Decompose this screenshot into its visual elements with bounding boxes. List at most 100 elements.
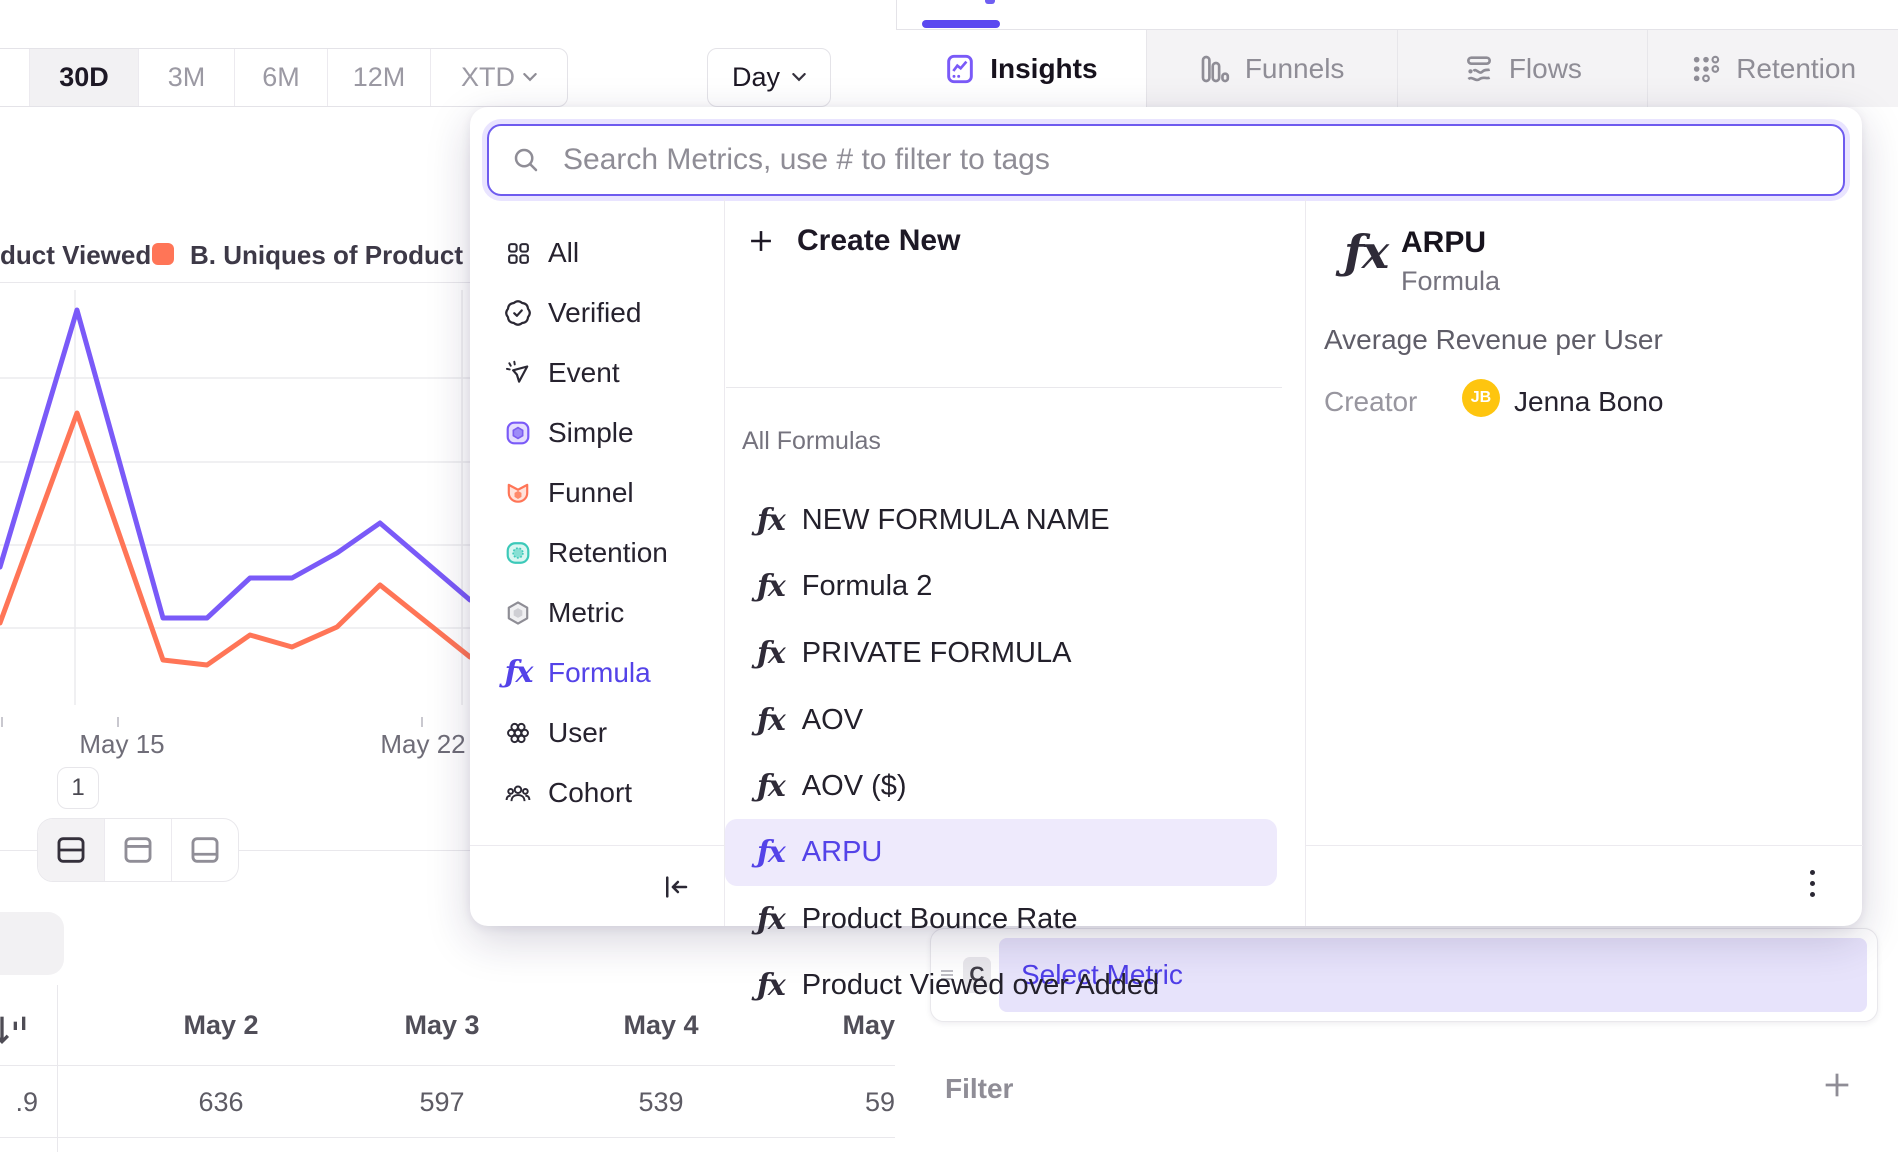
- sidebar-item-event[interactable]: Event: [470, 343, 724, 403]
- time-range-12m[interactable]: 12M: [328, 49, 431, 106]
- x-axis-tick-may15: May 15: [79, 729, 164, 760]
- formula-item-label: Product Bounce Rate: [802, 903, 1078, 936]
- xtd-label: XTD: [461, 62, 515, 93]
- create-new-label: Create New: [797, 224, 960, 258]
- list-divider: [726, 387, 1282, 388]
- granularity-dropdown[interactable]: Day: [707, 48, 831, 107]
- time-range-30d[interactable]: 30D: [30, 49, 139, 106]
- avatar: JB: [1462, 379, 1500, 417]
- time-range-6m[interactable]: 6M: [235, 49, 328, 106]
- sidebar-footer: [470, 845, 725, 926]
- table-cell: 539: [581, 1087, 741, 1118]
- sidebar-item-metric[interactable]: Metric: [470, 583, 724, 643]
- sidebar-item-label: Retention: [548, 537, 668, 569]
- detail-title: ARPU: [1401, 226, 1486, 260]
- time-range-xtd[interactable]: XTD: [431, 49, 567, 106]
- table-header-may3[interactable]: May 3: [362, 1010, 522, 1041]
- formula-item[interactable]: ƒx Product Viewed over Added: [725, 952, 1277, 1019]
- sidebar-item-funnel[interactable]: Funnel: [470, 463, 724, 523]
- more-options-button[interactable]: [1810, 870, 1815, 897]
- legend-item-a-partial[interactable]: duct Viewed: [0, 240, 151, 271]
- layout-table-only-button[interactable]: [172, 819, 238, 881]
- table-header-may2[interactable]: May 2: [141, 1010, 301, 1041]
- sidebar-item-label: Event: [548, 357, 620, 389]
- formula-item-label: ARPU: [802, 836, 883, 869]
- sidebar-item-all[interactable]: All: [470, 223, 724, 283]
- chevron-down-icon: [792, 73, 806, 82]
- formula-item[interactable]: ƒx AOV: [725, 687, 1277, 754]
- layout-split-button[interactable]: [38, 819, 105, 881]
- bottom-panel-icon: [188, 833, 222, 867]
- x-axis-tick-may22: May 22: [380, 729, 465, 760]
- tab-funnels[interactable]: Funnels: [1146, 30, 1397, 107]
- chart-card: duct Viewed B. Uniques of Product Add Ma…: [0, 107, 470, 1152]
- formula-item-label: Product Viewed over Added: [802, 969, 1159, 1002]
- time-range-partial-segment[interactable]: [0, 49, 30, 106]
- detail-footer: [1306, 845, 1863, 926]
- formula-item-label: AOV ($): [802, 770, 907, 803]
- time-range-3m[interactable]: 3M: [139, 49, 235, 106]
- retention-icon: [1690, 53, 1722, 85]
- metric-picker-modal: All Verified Event Simple Funnel: [470, 107, 1862, 926]
- report-tabs: Insights Funnels Flows: [896, 30, 1898, 107]
- list-section-label: All Formulas: [742, 427, 881, 456]
- sidebar-item-label: Verified: [548, 297, 641, 329]
- formula-item[interactable]: ƒx AOV ($): [725, 753, 1277, 820]
- sidebar-item-formula[interactable]: ƒx Formula: [470, 643, 724, 703]
- pagination-page-button[interactable]: 1: [57, 767, 99, 809]
- add-filter-button[interactable]: [1820, 1068, 1854, 1102]
- fx-icon: ƒx: [757, 772, 784, 802]
- fx-icon: ƒx: [757, 971, 784, 1001]
- legend-divider: [0, 282, 470, 283]
- create-new-button[interactable]: Create New: [747, 224, 960, 258]
- tab-insights[interactable]: Insights: [896, 30, 1146, 107]
- table-cell: 636: [141, 1087, 301, 1118]
- sidebar-item-label: User: [548, 717, 607, 749]
- line-chart[interactable]: [0, 290, 470, 730]
- metric-hexagon-icon: [505, 600, 531, 626]
- tab-label: Insights: [990, 53, 1097, 85]
- filter-section-label: Filter: [945, 1073, 1013, 1105]
- decorative-speck: [985, 0, 995, 4]
- layout-chart-only-button[interactable]: [105, 819, 172, 881]
- creator-name: Jenna Bono: [1514, 386, 1663, 418]
- granularity-label: Day: [732, 62, 780, 93]
- sidebar-item-user[interactable]: User: [470, 703, 724, 763]
- fx-icon: ƒx: [757, 838, 784, 868]
- grid-icon: [505, 241, 531, 266]
- sidebar-item-retention[interactable]: Retention: [470, 523, 724, 583]
- fx-icon: ƒx: [757, 506, 784, 536]
- detail-description: Average Revenue per User: [1324, 324, 1663, 356]
- fx-icon: ƒx: [757, 572, 784, 602]
- formula-item[interactable]: ƒx Formula 2: [725, 553, 1277, 620]
- modal-list-panel: Create New All Formulas ƒx NEW FORMULA N…: [725, 196, 1305, 926]
- formula-item-label: NEW FORMULA NAME: [802, 504, 1110, 537]
- sidebar-item-simple[interactable]: Simple: [470, 403, 724, 463]
- formula-item-selected[interactable]: ƒx ARPU: [725, 819, 1277, 886]
- active-tab-underline: [922, 20, 1000, 28]
- sort-descending-icon[interactable]: [0, 1010, 32, 1050]
- search-input[interactable]: [561, 142, 1821, 178]
- sidebar-item-cohort[interactable]: Cohort: [470, 763, 724, 823]
- fx-icon: ƒx: [757, 639, 784, 669]
- formula-fx-icon: ƒx: [505, 658, 531, 688]
- modal-detail-panel: ƒx ARPU Formula Average Revenue per User…: [1305, 196, 1862, 926]
- sidebar-item-label: Formula: [548, 657, 651, 689]
- formula-item[interactable]: ƒx Product Bounce Rate: [725, 886, 1277, 953]
- tab-retention[interactable]: Retention: [1647, 30, 1898, 107]
- sidebar-item-verified[interactable]: Verified: [470, 283, 724, 343]
- table-header-may4[interactable]: May 4: [581, 1010, 741, 1041]
- split-view-icon: [54, 833, 88, 867]
- tab-flows[interactable]: Flows: [1397, 30, 1648, 107]
- series-tab-stub[interactable]: [0, 912, 64, 975]
- formula-item[interactable]: ƒx PRIVATE FORMULA: [725, 620, 1277, 687]
- creator-label: Creator: [1324, 386, 1417, 418]
- formula-item[interactable]: ƒx NEW FORMULA NAME: [725, 487, 1277, 554]
- collapse-sidebar-icon[interactable]: [661, 872, 691, 902]
- legend-item-b[interactable]: B. Uniques of Product Add: [190, 240, 470, 271]
- funnel-metric-icon: [505, 480, 531, 506]
- funnels-icon: [1199, 53, 1231, 85]
- sidebar-item-label: Funnel: [548, 477, 634, 509]
- fx-icon: ƒx: [757, 905, 784, 935]
- tab-label: Flows: [1509, 53, 1582, 85]
